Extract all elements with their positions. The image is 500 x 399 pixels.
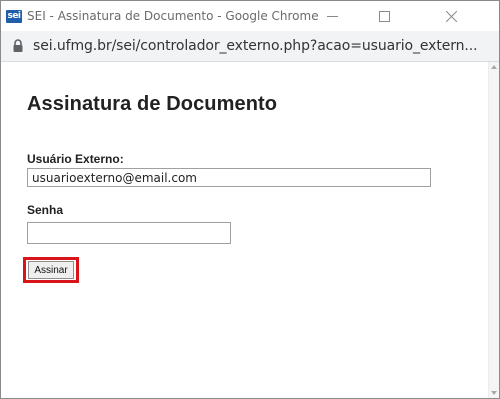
browser-window: sei SEI - Assinatura de Documento - Goog…	[0, 0, 500, 399]
page-content: Assinatura de Documento Usuário Externo:…	[1, 62, 489, 398]
url-text[interactable]: sei.ufmg.br/sei/controlador_externo.php?…	[33, 38, 478, 54]
password-label: Senha	[27, 203, 64, 217]
address-bar[interactable]: sei.ufmg.br/sei/controlador_externo.php?…	[1, 31, 499, 62]
sign-button[interactable]: Assinar	[28, 261, 74, 279]
scroll-up-arrow-icon[interactable]	[491, 65, 497, 69]
window-title: SEI - Assinatura de Documento - Google C…	[27, 9, 319, 23]
close-button[interactable]	[428, 1, 474, 31]
minimize-button[interactable]	[309, 1, 355, 31]
minimize-icon	[326, 15, 338, 17]
password-input[interactable]	[27, 222, 231, 244]
user-input[interactable]	[27, 168, 431, 187]
sei-favicon-icon: sei	[6, 9, 22, 23]
maximize-icon	[378, 10, 390, 22]
title-bar[interactable]: sei SEI - Assinatura de Documento - Goog…	[1, 1, 499, 31]
lock-icon	[13, 39, 23, 52]
close-icon	[445, 10, 457, 22]
user-label: Usuário Externo:	[27, 152, 124, 166]
scroll-down-arrow-icon[interactable]	[491, 391, 497, 395]
page-title: Assinatura de Documento	[27, 93, 278, 115]
vertical-scrollbar[interactable]	[488, 62, 499, 398]
maximize-button[interactable]	[361, 1, 407, 31]
